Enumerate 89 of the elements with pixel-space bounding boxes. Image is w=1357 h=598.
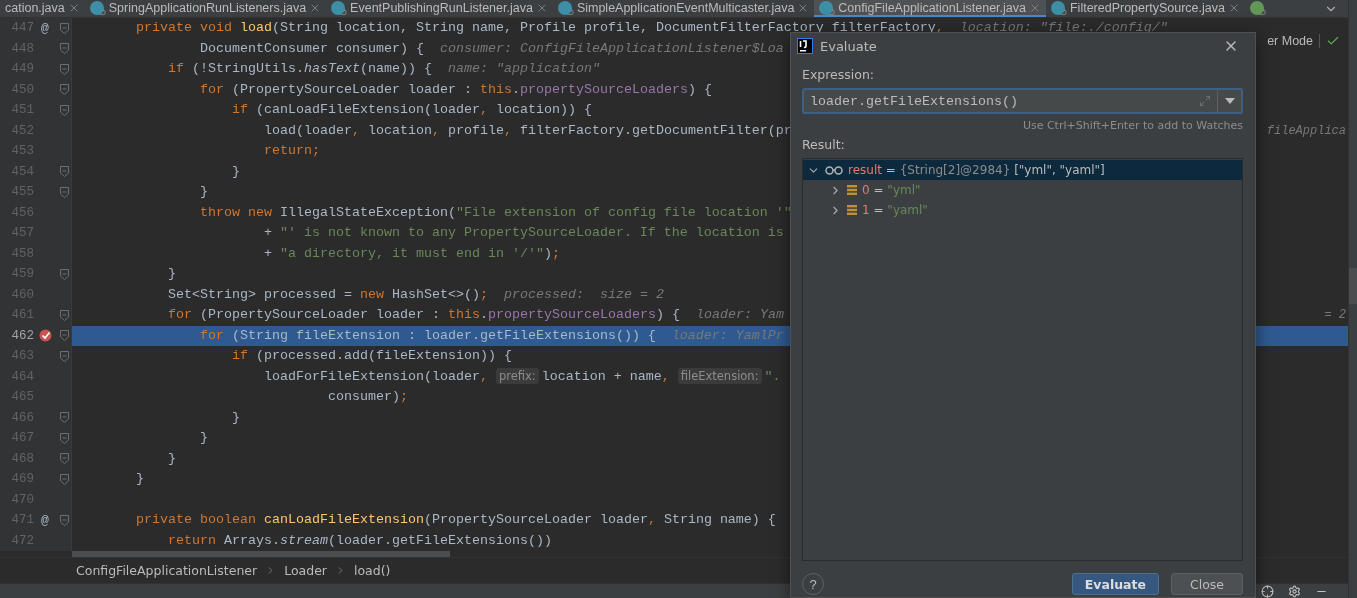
code-line: throw new IllegalStateException("File extension of config file location '" — [198, 203, 792, 222]
code-line: } — [166, 449, 176, 468]
breadcrumb-item[interactable]: Loader — [284, 563, 327, 578]
breadcrumb-item[interactable]: load() — [354, 563, 391, 578]
editor-tab[interactable]: SpringApplicationRunListeners.java — [84, 0, 327, 17]
dialog-title: Evaluate — [820, 38, 877, 54]
fold-icon[interactable] — [59, 453, 69, 465]
code-line: load(loader, location, profile, filterFactory.getDocumentFilter(pr — [262, 121, 792, 140]
gutter-mark[interactable]: @ — [34, 20, 56, 36]
class-file-icon — [1050, 0, 1065, 15]
fold-icon[interactable] — [59, 514, 69, 526]
code-line: } — [166, 265, 176, 284]
app-logo-icon — [797, 38, 813, 54]
code-line: if (processed.add(fileExtension)) { — [230, 347, 512, 366]
evaluate-button[interactable]: Evaluate — [1071, 573, 1159, 595]
fold-icon[interactable] — [59, 43, 69, 55]
scrollbar-thumb[interactable] — [1349, 268, 1357, 304]
triangle-down-icon[interactable] — [1224, 98, 1235, 104]
class-file-icon — [331, 0, 346, 15]
close-dialog-button[interactable]: Close — [1171, 573, 1243, 595]
class-file-icon — [557, 0, 572, 15]
code-line: private boolean canLoadFileExtension(PropertySourceLoader loader, String name) { — [135, 511, 776, 530]
code-line: private void load(String location, String name, Profile profile, DocumentFilterFactory filterFactory, location: "file:./config/" — [135, 19, 1168, 38]
breadcrumb-item[interactable]: ConfigFileApplicationListener — [76, 563, 258, 578]
code-line: + "a directory, it must end in '/'"); — [262, 244, 560, 263]
editor-tab[interactable]: ConfigFileApplicationListener.java — [814, 0, 1046, 17]
settings-icon[interactable] — [1288, 584, 1301, 598]
fold-icon[interactable] — [59, 84, 69, 96]
crosshair-icon[interactable] — [1261, 584, 1274, 598]
help-button[interactable]: ? — [802, 573, 824, 595]
fold-icon[interactable] — [59, 22, 69, 34]
code-line: for (String fileExtension : loader.getFileExtensions()) { loader: YamlPr — [198, 326, 784, 345]
fold-icon[interactable] — [59, 166, 69, 178]
fold-icon[interactable] — [59, 432, 69, 444]
code-line: } — [198, 429, 208, 448]
inline-hint: = 2 — [1324, 308, 1346, 323]
result-label: Result: — [802, 137, 846, 152]
code-line: if (!StringUtils.hasText(name)) { name: "application" — [166, 60, 600, 79]
gutter-mark[interactable]: @ — [34, 512, 56, 528]
breakpoint-icon[interactable] — [38, 329, 52, 343]
history-dropdown-button[interactable] — [1217, 90, 1241, 112]
code-line: } — [198, 183, 208, 202]
fold-icon[interactable] — [59, 330, 69, 342]
code-line: + "' is not known to any PropertySourceLoader. If the location is — [262, 224, 784, 243]
scrollbar-thumb[interactable] — [72, 551, 450, 557]
editor-tab[interactable]: cation.java — [0, 0, 85, 17]
fold-icon[interactable] — [59, 186, 69, 198]
code-line: consumer); — [326, 388, 408, 407]
check-icon — [1319, 33, 1340, 48]
code-line: for (PropertySourceLoader loader : this.propertySourceLoaders) { — [198, 80, 712, 99]
fold-icon[interactable] — [59, 412, 69, 424]
tree-row[interactable]: result = {String[2]@2984} ["yml", "yaml"] — [803, 160, 1242, 180]
editor-tab[interactable]: SimpleApplicationEventMulticaster.java — [552, 0, 815, 17]
array-element-entry: 1 = "yaml" — [862, 203, 928, 217]
array-element-icon — [847, 205, 857, 215]
code-line: } — [230, 408, 240, 427]
reader-mode-label[interactable]: er Mode — [1267, 33, 1313, 48]
editor-tab[interactable]: FilteredPropertySource.java — [1045, 0, 1245, 17]
fold-icon[interactable] — [59, 309, 69, 321]
array-element-entry: 0 = "yml" — [862, 183, 921, 197]
editor-tab[interactable]: EventPublishingRunListener.java — [326, 0, 553, 17]
class-file-icon — [819, 0, 834, 15]
glasses-icon — [825, 165, 843, 175]
array-element-icon — [847, 185, 857, 195]
inline-hint: fileApplica — [1266, 123, 1346, 138]
code-line: return Arrays.stream(loader.getFileExtensions()) — [166, 531, 552, 550]
code-line: } — [135, 470, 144, 489]
tree-row[interactable]: 0 = "yml" — [803, 180, 1242, 200]
result-entry: result = {String[2]@2984} ["yml", "yaml"] — [848, 163, 1105, 177]
fold-icon[interactable] — [59, 104, 69, 116]
fold-icon[interactable] — [59, 473, 69, 485]
expression-field-frame[interactable]: loader.getFileExtensions() — [802, 88, 1243, 114]
tree-row[interactable]: 1 = "yaml" — [803, 200, 1242, 220]
interface-file-icon — [1249, 0, 1264, 15]
fold-icon[interactable] — [59, 268, 69, 280]
fold-icon[interactable] — [59, 63, 69, 75]
expression-field[interactable]: loader.getFileExtensions() — [804, 90, 1193, 112]
code-line: if (canLoadFileExtension(loader, location)) { — [230, 101, 592, 120]
fold-icon[interactable] — [59, 350, 69, 362]
expression-label: Expression: — [802, 67, 876, 82]
class-file-icon — [89, 0, 104, 15]
code-line: return; — [262, 142, 320, 161]
line-number: 462 — [10, 328, 34, 343]
code-line: DocumentConsumer consumer) { consumer: ConfigFileApplicationListener$Loa — [198, 39, 784, 58]
code-line: for (PropertySourceLoader loader : this.propertySourceLoaders) { loader: Yam — [166, 306, 784, 325]
code-line: loadForFileExtension(loader, prefix: location + name, fileExtension: ". — [262, 367, 781, 387]
watches-hint: Use Ctrl+Shift+Enter to add to Watches — [1022, 119, 1243, 132]
code-line: Set<String> processed = new HashSet<>(); processed: size = 2 — [166, 285, 664, 304]
code-line: } — [230, 162, 240, 181]
